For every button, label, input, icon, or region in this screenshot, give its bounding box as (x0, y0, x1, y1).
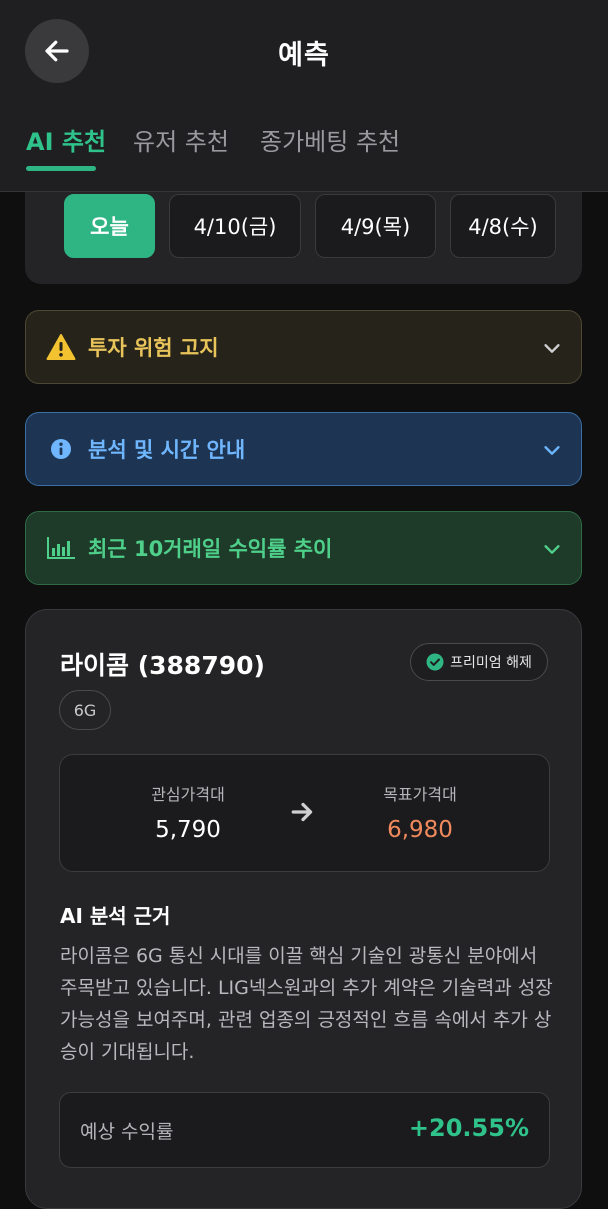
check-circle-icon (426, 653, 444, 671)
date-chip-4-8[interactable]: 4/8(수) (450, 194, 556, 258)
target-price-label: 목표가격대 (383, 785, 457, 804)
info-icon (46, 434, 76, 464)
return-trend-label: 최근 10거래일 수익률 추이 (88, 537, 333, 561)
date-chip-4-10[interactable]: 4/10(금) (169, 194, 301, 258)
date-chip-4-9[interactable]: 4/9(목) (315, 194, 436, 258)
page-title: 예측 (278, 39, 330, 71)
risk-notice-accordion[interactable]: 투자 위험 고지 (25, 310, 582, 384)
app-header: 예측 (0, 0, 608, 104)
premium-unlocked-badge: 프리미엄 해제 (410, 643, 548, 681)
warning-icon (46, 332, 76, 362)
back-button[interactable] (25, 19, 89, 83)
target-price-value: 6,980 (387, 817, 453, 843)
analysis-time-info-accordion[interactable]: 분석 및 시간 안내 (25, 412, 582, 486)
tab-ai-recommend[interactable]: AI 추천 (26, 122, 106, 172)
price-range-box: 관심가격대 5,790 목표가격대 6,980 (59, 754, 550, 872)
expected-return-box: 예상 수익률 +20.55% (59, 1092, 550, 1168)
arrow-left-icon (45, 40, 69, 62)
analysis-title: AI 분석 근거 (60, 904, 171, 928)
target-price: 목표가격대 6,980 (330, 781, 510, 843)
return-trend-accordion[interactable]: 최근 10거래일 수익률 추이 (25, 511, 582, 585)
tab-closing-bet-recommend[interactable]: 종가베팅 추천 (260, 122, 400, 172)
stock-prediction-card: 라이콤 (388790) 프리미엄 해제 6G 관심가격대 5,790 목표가격… (25, 609, 582, 1209)
bar-chart-icon (46, 533, 76, 563)
premium-label: 프리미엄 해제 (450, 655, 532, 671)
chevron-down-icon (544, 344, 560, 353)
date-selector: 오늘 4/10(금) 4/9(목) 4/8(수) (25, 192, 582, 284)
interest-price-label: 관심가격대 (151, 785, 225, 804)
tab-user-recommend[interactable]: 유저 추천 (133, 122, 229, 172)
expected-return-label: 예상 수익률 (80, 1121, 174, 1143)
chevron-down-icon (544, 446, 560, 455)
risk-notice-label: 투자 위험 고지 (88, 336, 219, 360)
sector-tag: 6G (59, 690, 111, 730)
active-tab-indicator (26, 166, 96, 171)
arrow-right-icon (291, 802, 313, 822)
chevron-down-icon (544, 545, 560, 554)
tab-bar: AI 추천 유저 추천 종가베팅 추천 (0, 104, 608, 192)
expected-return-value: +20.55% (408, 1114, 529, 1142)
analysis-time-info-label: 분석 및 시간 안내 (88, 438, 246, 462)
interest-price-value: 5,790 (155, 817, 221, 843)
date-chip-today[interactable]: 오늘 (64, 194, 155, 258)
stock-name: 라이콤 (388790) (60, 651, 265, 680)
interest-price: 관심가격대 5,790 (98, 781, 278, 843)
analysis-text: 라이콤은 6G 통신 시대를 이끌 핵심 기술인 광통신 분야에서 주목받고 있… (60, 945, 553, 1063)
